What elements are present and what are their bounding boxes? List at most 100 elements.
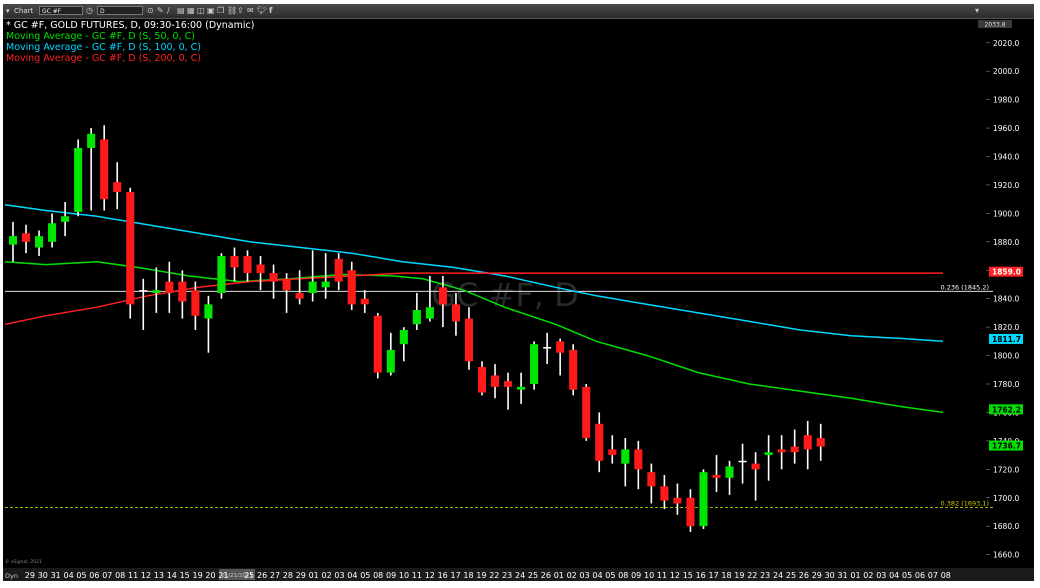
top-price-tag-label: 2033.8 (985, 22, 1006, 29)
x-tick-label: 02 (863, 571, 873, 580)
x-tick-label: 02 (567, 571, 577, 580)
x-tick-label: 05 (902, 571, 912, 580)
chart-window: ▾ Chart GC #F ◷ D ⊙ ✎ ∕ ▤ ▦ ◫ ▣ ❐ ⛓ ⇪ ✉ … (3, 4, 1034, 581)
candle-body (556, 341, 565, 353)
candle-body (425, 307, 434, 319)
x-tick-label: 25 (244, 571, 254, 580)
x-tick-label: 10 (644, 571, 654, 580)
candle-body (621, 449, 630, 464)
candle-body (751, 463, 760, 470)
x-tick-label: 06 (915, 571, 925, 580)
y-tick-label: 1720.0 (993, 465, 1019, 474)
x-tick-label: 26 (799, 571, 809, 580)
candle-body (803, 435, 812, 450)
candle-body (660, 486, 669, 501)
candle-body (48, 223, 57, 242)
x-tick-label: 13 (154, 571, 164, 580)
candle-body (217, 256, 226, 293)
dyn-label: Dyn (5, 572, 18, 580)
fib-label: 0.236 (1845.2) (941, 283, 990, 291)
y-tick-label: 1680.0 (993, 522, 1019, 531)
copyright: © eSignal, 2021 (5, 558, 42, 565)
x-tick-label: 11 (657, 571, 667, 580)
y-tick-label: 1920.0 (993, 181, 1019, 190)
x-tick-label: 04 (889, 571, 899, 580)
x-tick-label: 16 (696, 571, 706, 580)
candle-body (100, 139, 109, 200)
x-tick-label: 29 (25, 571, 35, 580)
x-tick-label: 12 (670, 571, 680, 580)
x-tick-label: 09 (631, 571, 641, 580)
x-tick-label: 24 (515, 571, 525, 580)
candle-body (165, 281, 174, 293)
candle-body (438, 287, 447, 305)
y-tick-label: 1880.0 (993, 238, 1019, 247)
x-tick-label: 07 (102, 571, 112, 580)
x-tick-label: 17 (709, 571, 719, 580)
x-tick-label: 28 (283, 571, 293, 580)
price-tag-label: 1736.7 (992, 442, 1021, 451)
x-tick-label: 08 (941, 571, 951, 580)
candle-body (634, 449, 643, 470)
x-tick-label: 04 (64, 571, 74, 580)
candle-body (608, 449, 617, 456)
candle-body (373, 315, 382, 373)
x-tick-label: 18 (721, 571, 731, 580)
x-tick-label: 20 (205, 571, 215, 580)
candle-body (61, 216, 70, 222)
x-tick-label: 19 (734, 571, 744, 580)
x-tick-label: 30 (38, 571, 48, 580)
x-tick-label: 04 (592, 571, 602, 580)
x-tick-label: 21 (218, 571, 228, 580)
price-tag-label: 1811.7 (992, 335, 1021, 344)
x-tick-label: 10 (399, 571, 409, 580)
candle-body (412, 310, 421, 325)
candle-body (569, 349, 578, 390)
x-tick-label: 03 (580, 571, 590, 580)
candle-body (490, 375, 500, 387)
x-tick-label: 23 (502, 571, 512, 580)
x-tick-label: 25 (786, 571, 796, 580)
candle-body (152, 290, 161, 293)
y-tick-label: 1800.0 (993, 352, 1019, 361)
x-tick-label: 22 (489, 571, 499, 580)
candle-body (204, 304, 213, 319)
candle-body (816, 438, 825, 447)
candle-body (308, 281, 317, 293)
x-tick-label: 03 (876, 571, 886, 580)
candle-body (790, 446, 799, 453)
candle-body (178, 281, 187, 302)
x-tick-label: 12 (141, 571, 151, 580)
x-tick-label: 26 (257, 571, 267, 580)
candle-body (113, 182, 122, 193)
candle-body (74, 147, 83, 212)
x-tick-label: 16 (438, 571, 448, 580)
x-tick-label: 29 (812, 571, 822, 580)
candle-body (595, 423, 604, 461)
candle-body (738, 460, 747, 463)
x-tick-label: 05 (76, 571, 86, 580)
y-tick-label: 1820.0 (993, 323, 1019, 332)
x-tick-label: 08 (373, 571, 383, 580)
candle-body (360, 298, 369, 305)
x-tick-label: 01 (309, 571, 319, 580)
candle-body (334, 258, 343, 282)
x-tick-label: 09 (386, 571, 396, 580)
price-chart[interactable]: GC #F, D 0.236 (1845.2)0.382 (1693.1) 16… (3, 4, 1034, 581)
x-tick-label: 31 (838, 571, 848, 580)
y-tick-label: 1960.0 (993, 124, 1019, 133)
fib-label: 0.382 (1693.1) (941, 500, 990, 508)
y-tick-label: 1700.0 (993, 494, 1019, 503)
x-tick-label: 15 (683, 571, 693, 580)
candle-body (686, 497, 695, 527)
candle-body (243, 256, 252, 274)
y-tick-label: 2000.0 (993, 67, 1019, 76)
candle-body (321, 281, 330, 288)
candle-body (191, 290, 200, 316)
y-tick-label: 1980.0 (993, 96, 1019, 105)
candle-body (21, 233, 31, 242)
y-tick-label: 1940.0 (993, 153, 1019, 162)
candle-body (139, 290, 148, 292)
candle-body (582, 386, 591, 439)
x-tick-label: 14 (167, 571, 177, 580)
